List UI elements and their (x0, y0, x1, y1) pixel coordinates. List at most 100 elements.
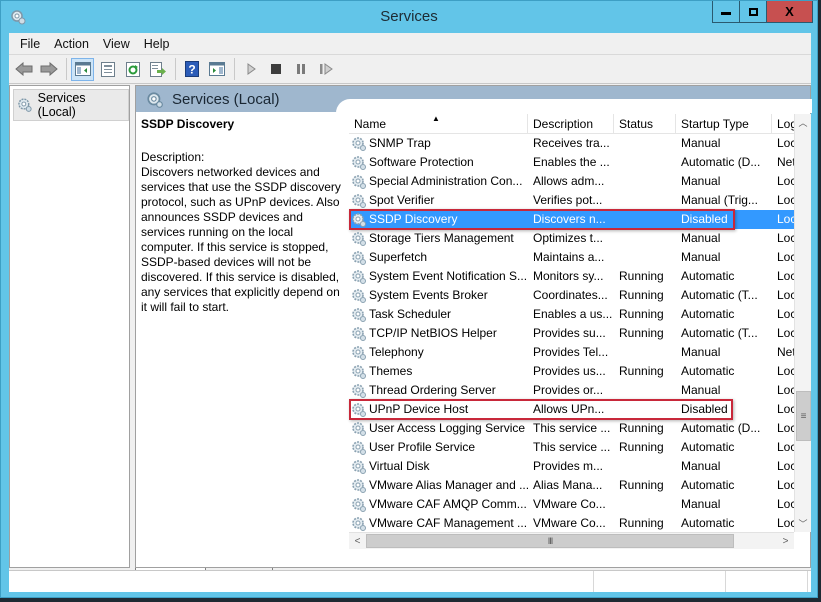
service-startup-type: Manual (681, 136, 721, 150)
console-tree-icon (74, 62, 91, 76)
column-header-status[interactable]: Status (614, 114, 676, 134)
status-panel (594, 571, 726, 592)
service-startup-type: Automatic (T... (681, 288, 758, 302)
service-name: System Event Notification S... (369, 269, 528, 283)
resume-service-button[interactable] (314, 58, 337, 81)
column-header-name[interactable]: Name ▲ (349, 114, 528, 134)
service-status: Running (619, 269, 664, 283)
horizontal-scroll-thumb[interactable]: III (366, 534, 734, 548)
service-row[interactable]: Themes Provides us... Running Automatic Loc (349, 362, 794, 381)
minimize-button[interactable] (713, 1, 740, 22)
service-row[interactable]: Thread Ordering Server Provides or... Manu… (349, 381, 794, 400)
service-row[interactable]: Telephony Provides Tel... Manual Net (349, 343, 794, 362)
service-name: User Access Logging Service (369, 421, 526, 435)
service-row[interactable]: VMware CAF AMQP Comm... VMware Co... Manua… (349, 495, 794, 514)
service-row[interactable]: User Access Logging Service This service … (349, 419, 794, 438)
service-log-on-as: Loc (777, 421, 794, 435)
service-row[interactable]: Special Administration Con... Allows adm.… (349, 172, 794, 191)
service-log-on-as: Loc (777, 193, 794, 207)
maximize-button[interactable] (740, 1, 767, 22)
start-service-button[interactable] (239, 58, 262, 81)
details-header: Services (Local) (136, 86, 812, 113)
menu-help[interactable]: Help (137, 37, 177, 51)
description-label: Description: (141, 150, 205, 164)
window-title: Services (380, 8, 438, 25)
service-log-on-as: Loc (777, 231, 794, 245)
scroll-down-button[interactable]: ﹀ (795, 515, 811, 532)
service-startup-type: Disabled (681, 212, 728, 226)
service-row[interactable]: System Events Broker Coordinates... Runnin… (349, 286, 794, 305)
caption-buttons: X (712, 1, 813, 23)
service-description: Alias Mana... (533, 478, 603, 492)
close-button[interactable]: X (767, 1, 812, 22)
service-row[interactable]: Storage Tiers Management Optimizes t... Ma… (349, 229, 794, 248)
refresh-icon (125, 61, 140, 77)
service-log-on-as: Loc (777, 497, 794, 511)
title-bar[interactable]: Services X (1, 1, 817, 33)
show-hide-console-tree-button[interactable] (71, 57, 94, 81)
scroll-up-button[interactable]: ︿ (795, 114, 811, 131)
service-row[interactable]: UPnP Device Host Allows UPn... Disabled Loc (349, 399, 794, 420)
forward-button[interactable] (37, 58, 60, 81)
service-row[interactable]: VMware Alias Manager and ... Alias Mana..… (349, 476, 794, 495)
scroll-left-button[interactable]: < (349, 533, 366, 549)
service-description: Provides or... (533, 383, 604, 397)
status-bar (9, 570, 811, 592)
service-row[interactable]: Virtual Disk Provides m... Manual Loc (349, 457, 794, 476)
service-row[interactable]: VMware CAF Management ... VMware Co... Run… (349, 514, 794, 533)
service-row[interactable]: SNMP Trap Receives tra... Manual Loc (349, 134, 794, 153)
menu-action[interactable]: Action (47, 37, 96, 51)
service-row[interactable]: Task Scheduler Enables a us... Running Auto… (349, 305, 794, 324)
status-panel (726, 571, 808, 592)
service-startup-type: Manual (681, 459, 721, 473)
service-log-on-as: Loc (777, 402, 794, 416)
column-header-startup-type[interactable]: Startup Type (676, 114, 772, 134)
service-name: Telephony (369, 345, 424, 359)
service-description-pane: SSDP Discovery Description: Discovers ne… (141, 117, 346, 315)
export-list-button[interactable] (146, 58, 169, 81)
console-tree: Services (Local) (9, 85, 130, 568)
service-row[interactable]: Spot Verifier Verifies pot... Manual (Trig… (349, 191, 794, 210)
pause-service-button[interactable] (289, 58, 312, 81)
service-name: Thread Ordering Server (369, 383, 496, 397)
resume-icon (319, 63, 333, 75)
service-row[interactable]: Superfetch Maintains a... Manual Loc (349, 248, 794, 267)
service-description: Allows adm... (533, 174, 605, 188)
properties-button[interactable] (96, 58, 119, 81)
service-name-cell: Task Scheduler (349, 305, 528, 324)
tree-item-label: Services (Local) (37, 91, 86, 119)
refresh-button[interactable] (121, 58, 144, 81)
service-row[interactable]: TCP/IP NetBIOS Helper Provides su... Runni… (349, 324, 794, 343)
service-name: Software Protection (369, 155, 474, 169)
show-action-pane-button[interactable] (205, 58, 228, 81)
service-startup-type: Manual (Trig... (681, 193, 758, 207)
service-name: Superfetch (369, 250, 428, 264)
service-name-cell: SSDP Discovery (349, 210, 528, 229)
service-description: This service ... (533, 421, 611, 435)
menu-view[interactable]: View (96, 37, 137, 51)
back-button[interactable] (12, 58, 35, 81)
stop-service-button[interactable] (264, 58, 287, 81)
service-row[interactable]: User Profile Service This service ... Runn… (349, 438, 794, 457)
column-header-description[interactable]: Description (528, 114, 614, 134)
menu-file[interactable]: File (13, 37, 47, 51)
service-name-cell: Software Protection (349, 153, 528, 172)
gear-icon (352, 383, 366, 398)
gear-icon (352, 440, 366, 455)
help-button[interactable]: ? (180, 58, 203, 81)
vertical-scroll-thumb[interactable]: ≡ (796, 391, 811, 441)
horizontal-scrollbar[interactable]: < III > (349, 532, 794, 549)
vertical-scrollbar[interactable]: ︿ ≡ ﹀ (794, 114, 811, 532)
service-row[interactable]: SSDP Discovery Discovers n... Disabled Loc (349, 209, 794, 230)
column-header-log-on-as[interactable]: Log (772, 114, 794, 134)
service-name: Themes (369, 364, 413, 378)
scroll-right-button[interactable]: > (777, 533, 794, 549)
service-row[interactable]: System Event Notification S... Monitors s… (349, 267, 794, 286)
list-rows: SNMP Trap Receives tra... Manual Loc Softwar… (349, 134, 794, 533)
service-description: Optimizes t... (533, 231, 604, 245)
help-icon: ? (184, 61, 199, 77)
arrow-left-icon (14, 62, 32, 76)
service-status: Running (619, 326, 664, 340)
tree-item-services-local[interactable]: Services (Local) (13, 89, 129, 121)
service-row[interactable]: Software Protection Enables the ... Automa… (349, 153, 794, 172)
